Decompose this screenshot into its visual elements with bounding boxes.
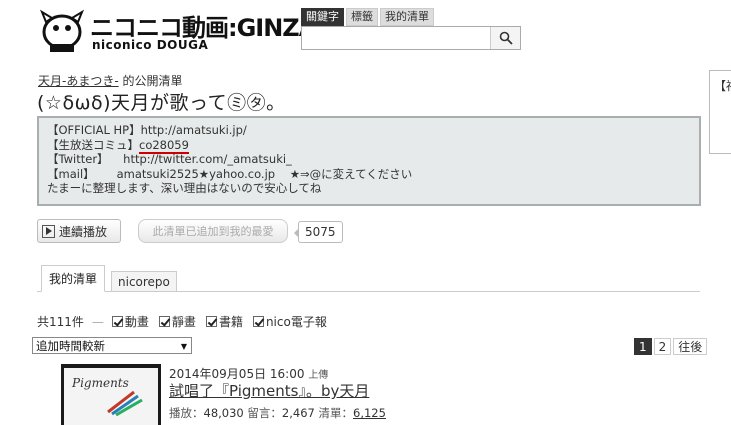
- search-icon: [499, 31, 513, 45]
- tab-nicorepo[interactable]: nicorepo: [111, 271, 177, 292]
- filter-video-checkbox[interactable]: 動畫: [111, 313, 149, 330]
- paintbrush-icon: [107, 390, 143, 416]
- search-tab-tag[interactable]: 標籤: [346, 8, 378, 26]
- mylist-description: 【OFFICIAL HP】http://amatsuki.jp/ 【生放送コミュ…: [37, 116, 701, 206]
- video-stats: 播放：48,030 留言：2,467 清單：6,125: [169, 405, 386, 421]
- search-tab-keyword[interactable]: 關鍵字: [301, 8, 344, 26]
- desc-label: 【Twitter】: [47, 152, 109, 167]
- filter-image-checkbox[interactable]: 靜畫: [158, 313, 196, 330]
- desc-line-hp: 【OFFICIAL HP】http://amatsuki.jp/: [47, 123, 691, 138]
- video-title-link[interactable]: 試唱了『Pigments』。by天月: [169, 380, 369, 401]
- niconico-logo[interactable]: ニコニコ動画:GINZA niconico DOUGA: [38, 6, 317, 58]
- search-button[interactable]: [490, 27, 520, 49]
- favorite-count: 5075: [305, 225, 336, 239]
- continuous-play-label: 連續播放: [59, 224, 108, 239]
- search-box: [301, 26, 521, 50]
- mylists-count-link[interactable]: 6,125: [353, 406, 386, 420]
- upload-date-value: 2014年09月05日 16:00: [169, 367, 305, 381]
- mascot-icon: [39, 9, 85, 52]
- mail-address: amatsuki2525★yahoo.co.jp: [116, 166, 276, 181]
- desc-label: 【mail】: [47, 166, 95, 181]
- add-to-favorites-label: 此清單已追加到我的最愛: [152, 225, 274, 238]
- mail-note: ★⇒@に変えてください: [289, 166, 413, 181]
- twitter-link[interactable]: http://twitter.com/_amatsuki_: [123, 152, 292, 166]
- thumbnail-image: Pigments: [64, 368, 158, 425]
- tab-nicorepo-label: nicorepo: [118, 274, 170, 289]
- play-icon: [42, 224, 55, 238]
- checkbox-icon: [205, 316, 217, 327]
- sort-select[interactable]: 追加時間較新 ▼: [32, 337, 192, 354]
- owner-link[interactable]: 天月-あまつき-: [38, 74, 119, 88]
- filter-label: 書籍: [218, 315, 243, 329]
- tab-mylist-label: 我的清單: [49, 272, 98, 286]
- page-1[interactable]: 1: [634, 338, 652, 355]
- checkbox-icon: [111, 316, 123, 327]
- filter-label: 靜畫: [171, 315, 196, 329]
- desc-label: 【OFFICIAL HP】: [47, 123, 141, 137]
- continuous-play-button[interactable]: 連續播放: [37, 219, 121, 243]
- filter-book-checkbox[interactable]: 書籍: [205, 313, 243, 330]
- search-input[interactable]: [302, 27, 490, 49]
- video-thumbnail[interactable]: Pigments: [61, 364, 161, 425]
- pagination: 1 2 往後: [634, 338, 708, 355]
- owner-line: 天月-あまつき- 的公開清單: [38, 72, 183, 89]
- community-link[interactable]: co28059: [139, 137, 189, 154]
- total-count: 共111件: [37, 315, 84, 329]
- comments-label: 留言：: [247, 406, 282, 420]
- views-count: 48,030: [203, 406, 244, 420]
- video-title: 試唱了『Pigments』。by天月: [169, 382, 370, 400]
- checkbox-icon: [158, 316, 170, 327]
- side-panel-text: 【福: [714, 79, 731, 93]
- checkbox-icon: [252, 316, 264, 327]
- page-title: (☆δωδ)天月が歌って㋯㋟。: [37, 92, 286, 114]
- desc-line-mail: 【mail】 amatsuki2525★yahoo.co.jp ★⇒@に変えてく…: [47, 167, 691, 182]
- filter-row: 共111件 — 動畫 靜畫 書籍 nico電子報: [37, 313, 333, 330]
- favorite-count-badge: 5075: [294, 221, 343, 243]
- sort-selected: 追加時間較新: [36, 338, 105, 353]
- owner-suffix: 的公開清單: [118, 74, 183, 88]
- search-type-tabs: 關鍵字 標籤 我的清單: [301, 8, 434, 26]
- comments-count: 2,467: [281, 406, 315, 420]
- page-2[interactable]: 2: [653, 338, 672, 355]
- hp-link[interactable]: http://amatsuki.jp/: [141, 123, 247, 137]
- filter-label: nico電子報: [265, 315, 327, 329]
- desc-line-note: たまーに整理します、深い理由はないので安心してね: [47, 181, 322, 196]
- add-to-favorites-button[interactable]: 此清單已追加到我的最愛: [138, 219, 288, 243]
- tab-mylist[interactable]: 我的清單: [41, 265, 106, 292]
- logo-subtitle: niconico DOUGA: [92, 38, 209, 52]
- filter-newsletter-checkbox[interactable]: nico電子報: [252, 313, 327, 330]
- side-panel: 【福: [709, 70, 731, 154]
- desc-line-live: 【生放送コミュ】co28059: [47, 137, 691, 154]
- mylists-label: 清單：: [318, 406, 354, 420]
- desc-label: 【生放送コミュ】: [47, 137, 139, 152]
- filter-separator: —: [91, 314, 104, 329]
- desc-line-twitter: 【Twitter】 http://twitter.com/_amatsuki_: [47, 152, 691, 167]
- views-label: 播放：: [169, 406, 204, 420]
- search-tab-mylist[interactable]: 我的清單: [380, 8, 434, 26]
- next-page[interactable]: 往後: [673, 338, 708, 355]
- dropdown-arrow-icon: ▼: [180, 342, 187, 351]
- filter-label: 動畫: [124, 315, 149, 329]
